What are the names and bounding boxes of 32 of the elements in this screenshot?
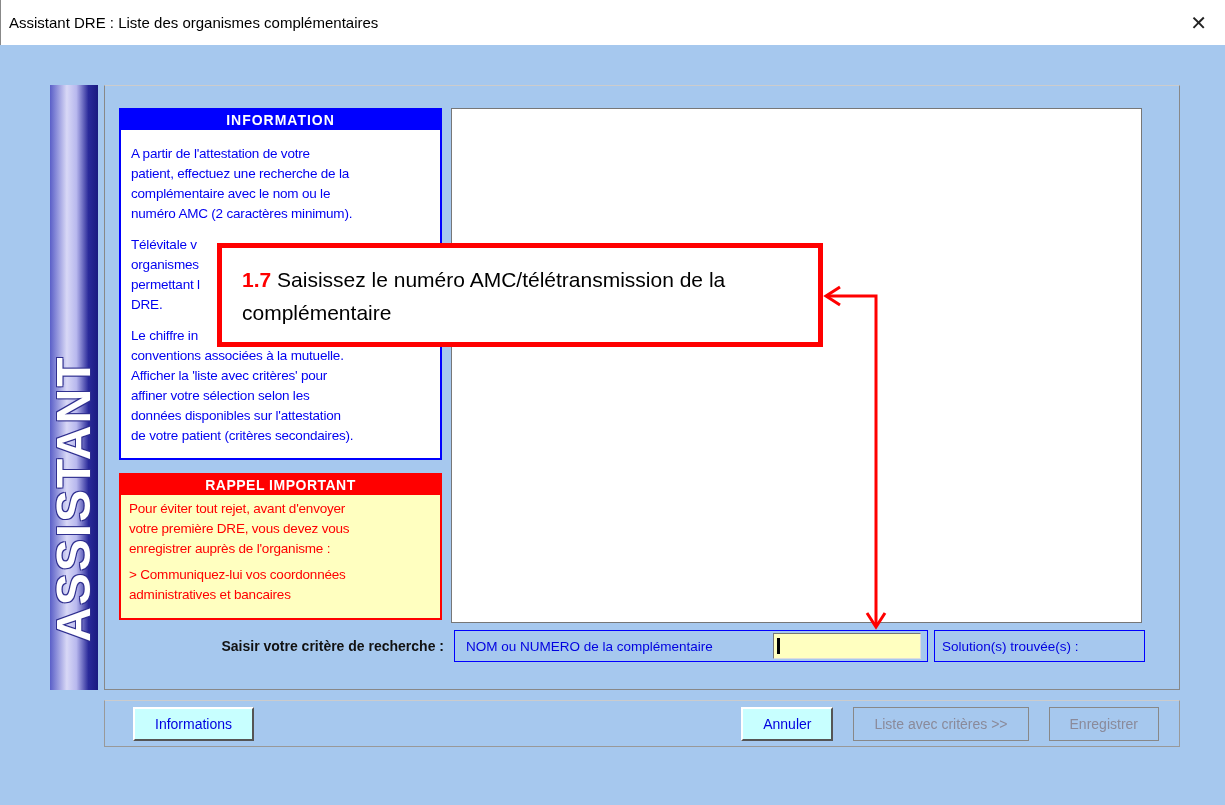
info-text-line: Télévitale v: [131, 236, 197, 254]
reminder-text-line: enregistrer auprès de l'organisme :: [129, 540, 331, 558]
info-text-line: complémentaire avec le nom ou le: [131, 185, 331, 203]
callout-text: 1.7 Saisissez le numéro AMC/télétransmission de la complémentaire: [242, 267, 727, 326]
sidebar-label: ASSISTANT: [50, 355, 98, 642]
window-title: Assistant DRE : Liste des organismes complémentaires: [9, 14, 379, 31]
information-title: INFORMATION: [121, 110, 440, 130]
info-text-line: données disponibles sur l'attestation: [131, 407, 341, 425]
reminder-text-line: administratives et bancaires: [129, 586, 291, 604]
reminder-text-line: > Communiquez-lui vos coordonnées: [129, 566, 346, 584]
info-text-line: patient, effectuez une recherche de la: [131, 165, 350, 183]
action-button[interactable]: Annuler: [741, 706, 834, 741]
info-text-line: Le chiffre in: [131, 327, 198, 345]
reminder-text-line: Pour éviter tout rejet, avant d'envoyer: [129, 500, 346, 518]
info-text-line: permettant l: [131, 276, 200, 294]
info-text-line: Afficher la 'liste avec critères' pour: [131, 367, 328, 385]
search-label: Saisir votre critère de recherche :: [220, 638, 445, 654]
info-text-line: affiner votre sélection selon les: [131, 387, 310, 405]
info-text-line: organismes: [131, 256, 199, 274]
reminder-title: RAPPEL IMPORTANT: [121, 475, 440, 495]
search-field[interactable]: [773, 633, 921, 659]
info-text-line: conventions associées à la mutuelle.: [131, 347, 344, 365]
info-text-line: de votre patient (critères secondaires).: [131, 427, 354, 445]
action-button[interactable]: Informations: [133, 706, 255, 741]
info-text-line: DRE.: [131, 296, 163, 314]
close-button[interactable]: ✕: [1186, 10, 1211, 35]
field-label: NOM ou NUMERO de la complémentaire: [466, 638, 713, 654]
text-cursor-icon: [777, 638, 780, 654]
reminder-text-line: votre première DRE, vous devez vous: [129, 520, 350, 538]
info-text-line: numéro AMC (2 caractères minimum).: [131, 205, 353, 223]
results-label: Solution(s) trouvée(s) :: [942, 638, 1079, 654]
info-text-line: A partir de l'attestation de votre: [131, 145, 310, 163]
